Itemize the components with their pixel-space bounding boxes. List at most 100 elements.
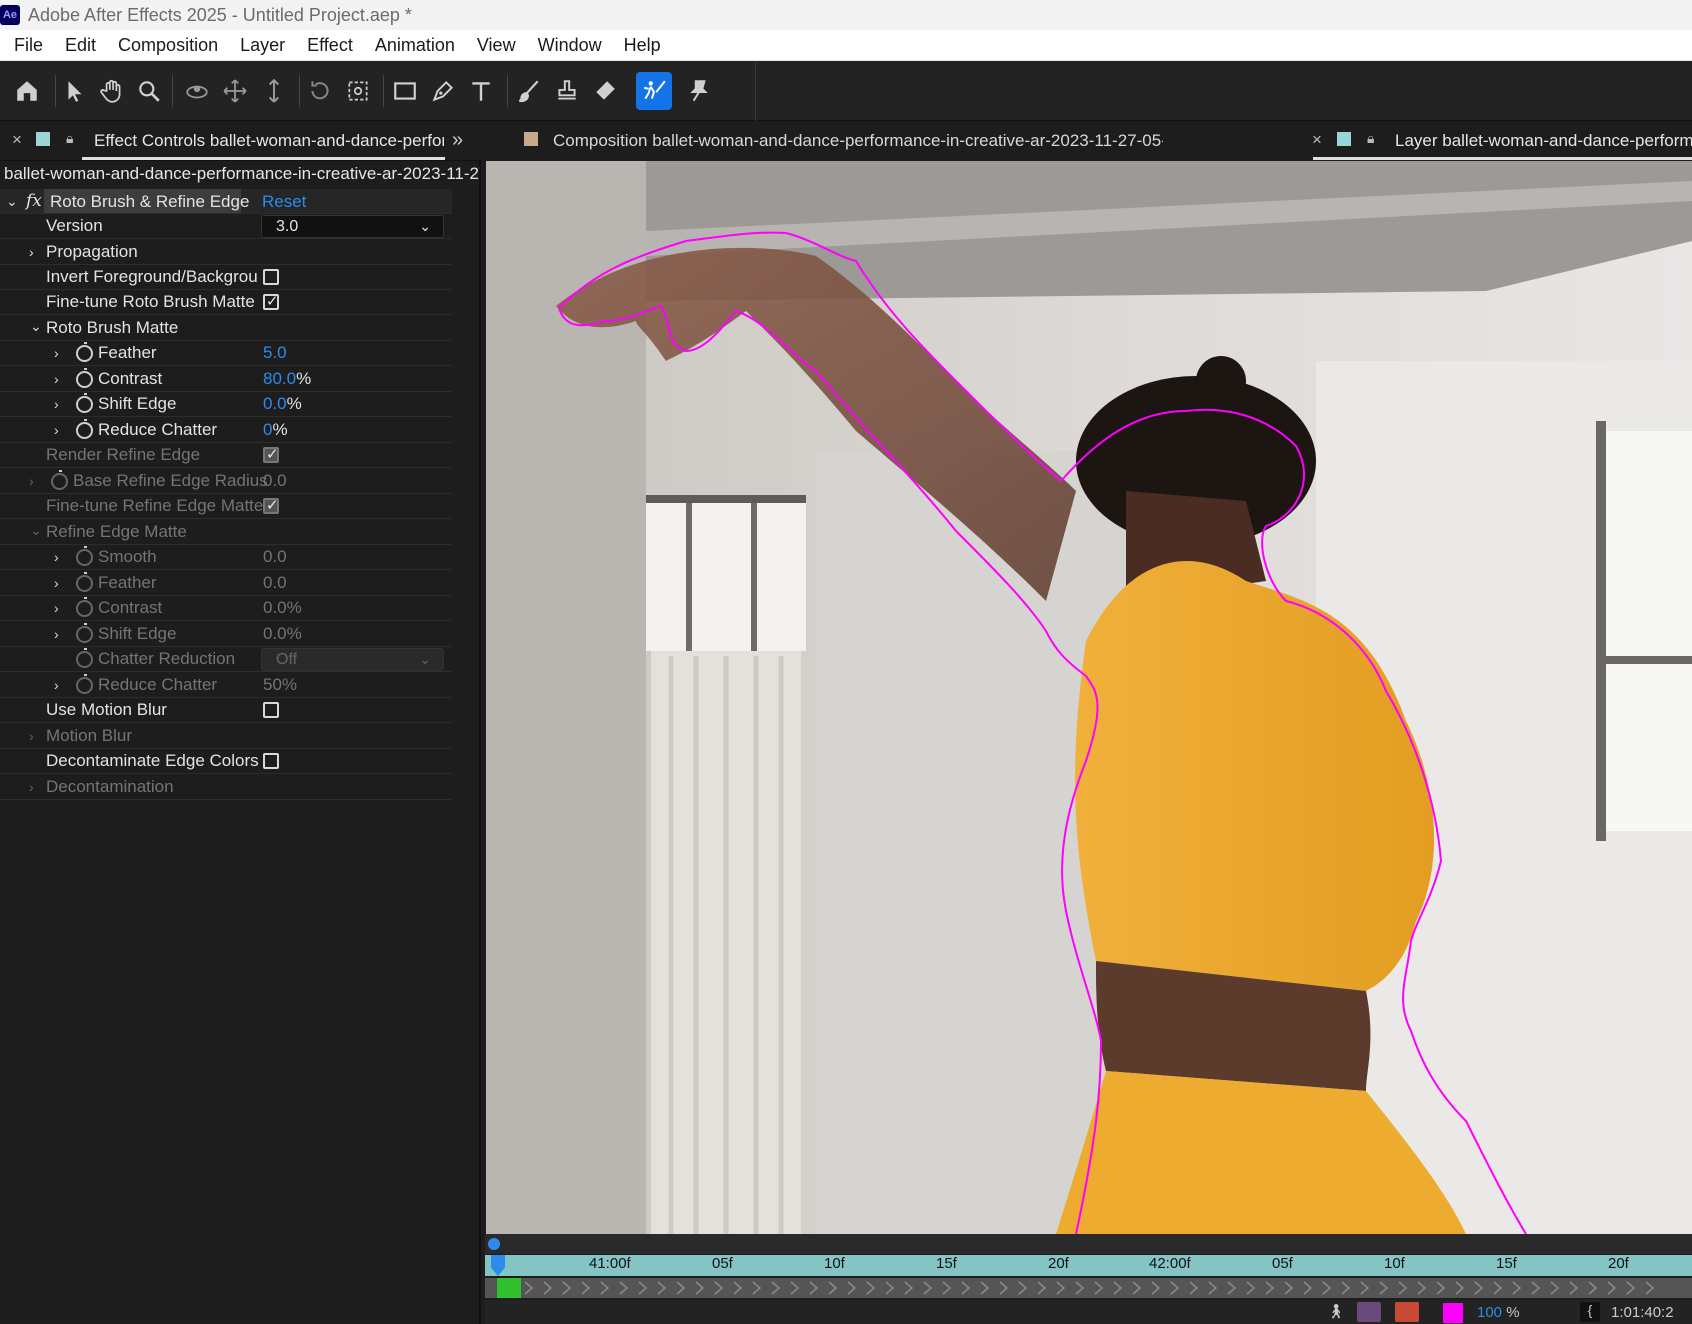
- timeline-strip[interactable]: 41:00f 05f 10f 15f 20f 42:00f 05f 10f 15…: [485, 1234, 1692, 1324]
- chevron-right-icon[interactable]: ›: [29, 244, 34, 260]
- composition-image[interactable]: [486, 161, 1692, 1234]
- stopwatch-icon[interactable]: [51, 470, 68, 490]
- roto-matte-row[interactable]: ⌄ Roto Brush Matte: [0, 316, 452, 341]
- stopwatch-icon[interactable]: [76, 393, 93, 413]
- tab-effect-controls[interactable]: Effect Controls ballet-woman-and-dance-p…: [94, 131, 444, 151]
- chevron-right-icon[interactable]: ›: [54, 422, 59, 438]
- panel-menu-chevrons-icon[interactable]: »: [452, 129, 463, 152]
- menu-help[interactable]: Help: [616, 30, 669, 61]
- smooth-value[interactable]: 0.0: [263, 547, 287, 567]
- eraser-icon[interactable]: [589, 75, 621, 107]
- clone-stamp-icon[interactable]: [551, 75, 583, 107]
- decontamination-row[interactable]: › Decontamination: [0, 775, 452, 800]
- base-radius-value[interactable]: 0.0: [263, 471, 287, 491]
- propagation-frames-row[interactable]: [485, 1278, 1692, 1298]
- dolly-camera-icon[interactable]: [258, 75, 290, 107]
- contrast-value[interactable]: 80.0: [263, 369, 296, 388]
- orbit-camera-icon[interactable]: [181, 75, 213, 107]
- type-icon[interactable]: [465, 75, 497, 107]
- chevron-right-icon[interactable]: ›: [29, 728, 34, 744]
- motion-blur-row[interactable]: › Motion Blur: [0, 724, 452, 749]
- marker-icon[interactable]: {: [1580, 1302, 1600, 1322]
- anchor-point-icon[interactable]: [342, 75, 374, 107]
- finetune-refine-checkbox[interactable]: [263, 496, 279, 514]
- tab-composition[interactable]: Composition ballet-woman-and-dance-perfo…: [553, 131, 1163, 151]
- render-refine-checkbox[interactable]: [263, 445, 279, 463]
- stopwatch-icon[interactable]: [76, 572, 93, 592]
- close-icon[interactable]: ×: [12, 130, 22, 150]
- reset-button[interactable]: Reset: [262, 192, 306, 212]
- chatter-reduction-select[interactable]: Off ⌄: [261, 648, 444, 671]
- menu-layer[interactable]: Layer: [232, 30, 293, 61]
- invert-checkbox[interactable]: [263, 269, 279, 285]
- lock-icon[interactable]: 🔒︎: [66, 130, 73, 147]
- playhead-icon[interactable]: [491, 1255, 505, 1276]
- chevron-right-icon[interactable]: ›: [54, 396, 59, 412]
- chevron-down-icon[interactable]: ⌄: [6, 193, 18, 210]
- effect-header-row[interactable]: ⌄ fx Roto Brush & Refine Edge Reset: [0, 189, 452, 214]
- pan-camera-icon[interactable]: [219, 75, 251, 107]
- keyframe-marker[interactable]: [497, 1278, 521, 1298]
- use-motion-blur-checkbox[interactable]: [263, 702, 279, 718]
- chevron-right-icon[interactable]: ›: [54, 345, 59, 361]
- outline-color-swatch[interactable]: [1443, 1303, 1463, 1323]
- refine-contrast-value[interactable]: 0.0%: [263, 598, 302, 618]
- decontaminate-checkbox[interactable]: [263, 753, 279, 769]
- tab-layer[interactable]: Layer ballet-woman-and-dance-performa: [1395, 131, 1692, 151]
- shift-edge-value[interactable]: 0.0: [263, 394, 287, 413]
- rectangle-icon[interactable]: [389, 75, 421, 107]
- menu-composition[interactable]: Composition: [110, 30, 226, 61]
- stopwatch-icon[interactable]: [76, 546, 93, 566]
- chevron-right-icon[interactable]: ›: [54, 677, 59, 693]
- roto-brush-icon[interactable]: [636, 72, 672, 110]
- finetune-roto-checkbox[interactable]: [263, 292, 279, 310]
- stopwatch-icon[interactable]: [76, 623, 93, 643]
- playhead-handle-icon[interactable]: [488, 1238, 500, 1250]
- chevron-right-icon[interactable]: ›: [29, 779, 34, 795]
- chevron-right-icon[interactable]: ›: [54, 549, 59, 565]
- person-icon[interactable]: 🚶︎: [1327, 1303, 1345, 1320]
- refine-shift-value[interactable]: 0.0%: [263, 624, 302, 644]
- refine-feather-value[interactable]: 0.0: [263, 573, 287, 593]
- menu-effect[interactable]: Effect: [299, 30, 361, 61]
- chevron-right-icon[interactable]: ›: [54, 371, 59, 387]
- home-icon[interactable]: [11, 75, 43, 107]
- rotate-icon[interactable]: [304, 75, 336, 107]
- menu-file[interactable]: File: [6, 30, 51, 61]
- chevron-right-icon[interactable]: ›: [54, 626, 59, 642]
- chevron-right-icon[interactable]: ›: [54, 600, 59, 616]
- refine-matte-row[interactable]: ⌄ Refine Edge Matte: [0, 520, 452, 545]
- time-ruler[interactable]: 41:00f 05f 10f 15f 20f 42:00f 05f 10f 15…: [485, 1255, 1692, 1276]
- zoom-readout[interactable]: 100 %: [1477, 1304, 1520, 1321]
- feather-value[interactable]: 5.0: [263, 343, 287, 363]
- puppet-pin-icon[interactable]: [683, 75, 715, 107]
- fx-icon[interactable]: fx: [26, 191, 42, 211]
- menu-window[interactable]: Window: [530, 30, 610, 61]
- lock-icon[interactable]: 🔒︎: [1367, 130, 1374, 147]
- selection-arrow-icon[interactable]: [59, 75, 91, 107]
- menu-view[interactable]: View: [469, 30, 524, 61]
- stopwatch-icon[interactable]: [76, 674, 93, 694]
- menu-animation[interactable]: Animation: [367, 30, 463, 61]
- zoom-icon[interactable]: [133, 75, 165, 107]
- chevron-right-icon[interactable]: ›: [29, 473, 34, 489]
- pen-icon[interactable]: [427, 75, 459, 107]
- version-select[interactable]: 3.0 ⌄: [261, 215, 444, 238]
- chevron-right-icon[interactable]: ›: [54, 575, 59, 591]
- alpha-overlay-icon[interactable]: [1395, 1302, 1419, 1322]
- close-icon[interactable]: ×: [1312, 130, 1322, 150]
- stopwatch-icon[interactable]: [76, 342, 93, 362]
- stopwatch-icon[interactable]: [76, 597, 93, 617]
- hand-icon[interactable]: [96, 75, 128, 107]
- work-area-bar[interactable]: [485, 1234, 1692, 1254]
- chevron-down-icon[interactable]: ⌄: [30, 318, 42, 335]
- stopwatch-icon[interactable]: [76, 648, 93, 668]
- brush-icon[interactable]: [513, 75, 545, 107]
- stopwatch-icon[interactable]: [76, 368, 93, 388]
- show-matte-icon[interactable]: [1357, 1302, 1381, 1322]
- chevron-down-icon[interactable]: ⌄: [30, 522, 42, 539]
- menu-edit[interactable]: Edit: [57, 30, 104, 61]
- stopwatch-icon[interactable]: [76, 419, 93, 439]
- propagation-row[interactable]: › Propagation: [0, 240, 452, 265]
- current-timecode[interactable]: 1:01:40:2: [1611, 1304, 1674, 1321]
